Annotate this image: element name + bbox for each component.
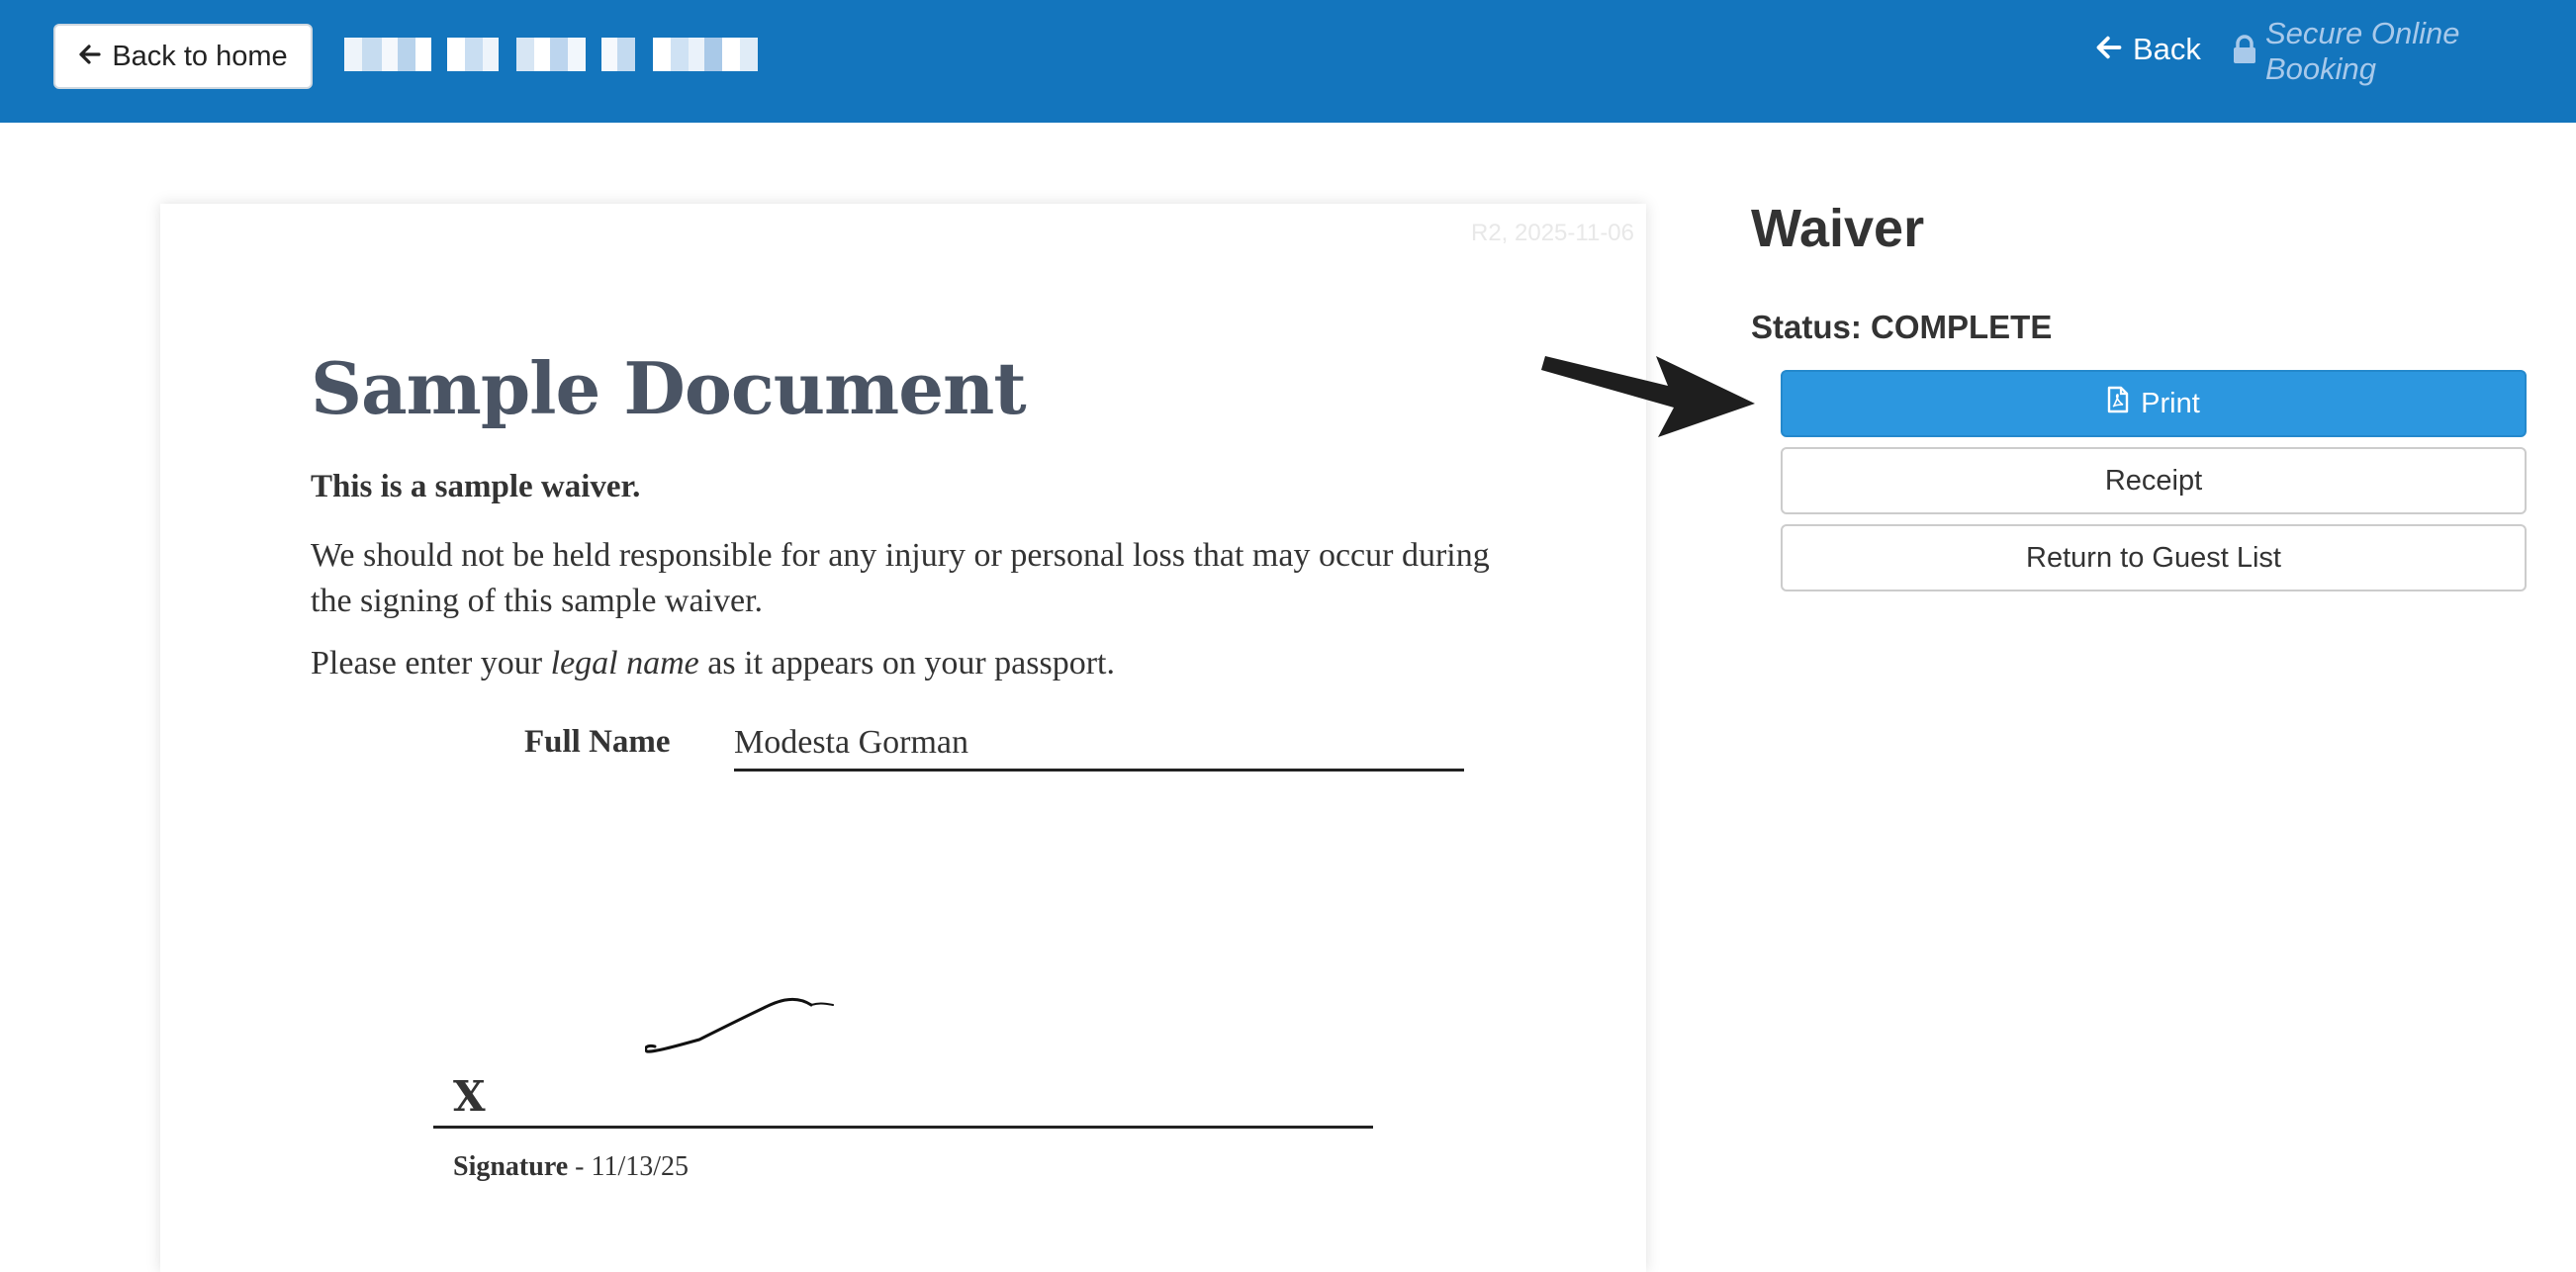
signature-line [433,1126,1373,1129]
waiver-status: Status: COMPLETE [1751,309,2053,345]
return-button-label: Return to Guest List [2026,541,2281,574]
back-to-home-label: Back to home [112,40,288,72]
full-name-label: Full Name [524,724,671,760]
top-navigation-bar: Back to home Back Secure Online Booking [0,0,2576,123]
name-instruction: Please enter your legal name as it appea… [311,645,1115,682]
signature-label: Signature [453,1151,569,1182]
arrow-left-icon [78,43,102,71]
instruction-text-start: Please enter your [311,645,551,681]
receipt-button[interactable]: Receipt [1781,447,2527,514]
signature-drawing [643,985,962,1099]
back-to-home-button[interactable]: Back to home [53,24,313,89]
print-button-label: Print [2141,387,2200,419]
document-title: Sample Document [311,346,1027,430]
document-revision: R2, 2025-11-06 [1471,220,1634,246]
arrow-left-icon [2095,34,2123,66]
full-name-field[interactable] [734,716,1464,772]
back-link[interactable]: Back [2095,28,2201,71]
secure-booking-label: Secure Online Booking [2265,16,2460,86]
instruction-emphasis: legal name [550,645,699,681]
secure-booking-badge: Secure Online Booking [2232,16,2576,86]
waiver-heading: Waiver [1751,199,1925,258]
signature-date: - 11/13/25 [568,1151,690,1182]
print-button[interactable]: Print [1781,370,2527,437]
pdf-file-icon [2107,386,2129,421]
document-body-text: We should not be held responsible for an… [311,537,1490,619]
return-to-guest-list-button[interactable]: Return to Guest List [1781,524,2527,591]
signature-x-mark: X [453,1072,486,1121]
instruction-text-end: as it appears on your passport. [698,645,1115,681]
back-link-label: Back [2133,32,2201,66]
annotation-arrow-icon [1541,356,1755,437]
receipt-button-label: Receipt [2104,464,2203,497]
document-intro: This is a sample waiver. [311,469,641,504]
waiver-document: R2, 2025-11-06 Sample Document This is a… [160,204,1646,1272]
signature-caption: Signature - 11/13/25 [453,1151,689,1183]
lock-icon [2232,34,2257,69]
